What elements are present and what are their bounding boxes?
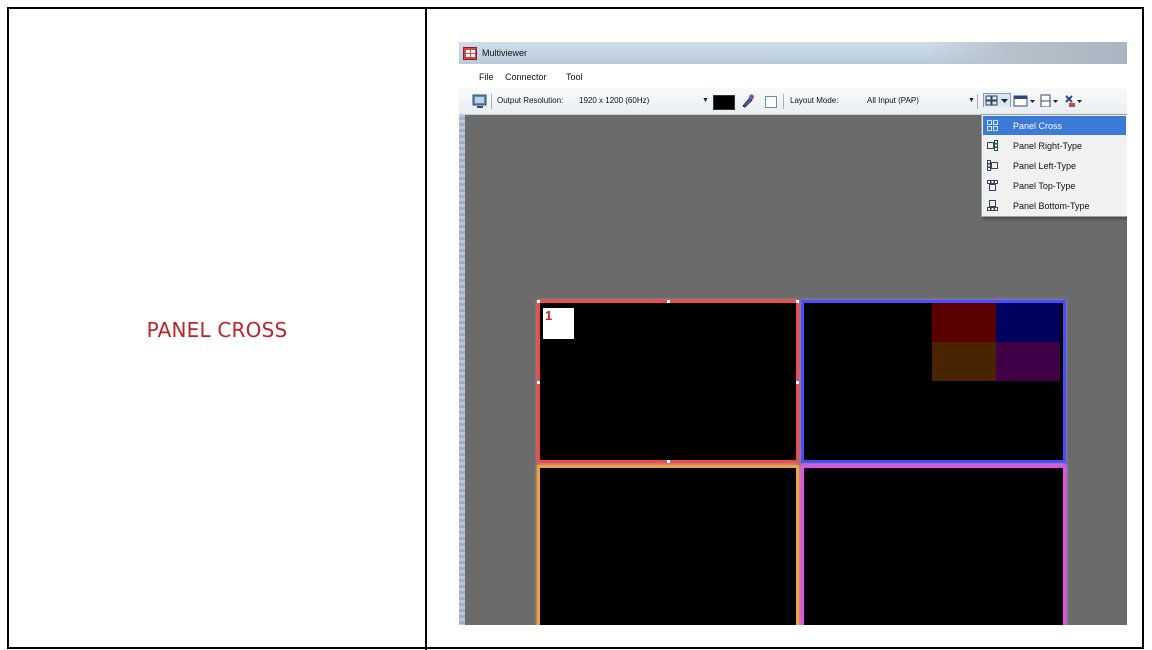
panel-layout-menu: Panel Cross Panel Right-Type Panel Left-… [981,114,1127,217]
resize-handle[interactable] [537,381,540,384]
menu-item-panel-bottom-type[interactable]: Panel Bottom-Type [983,196,1126,215]
preview-tile [996,303,1060,342]
resize-handle[interactable] [796,381,799,384]
monitor-icon[interactable] [472,93,488,109]
table-divider [425,7,427,650]
window-controls[interactable] [927,42,1127,64]
menu-item-panel-top-type[interactable]: Panel Top-Type [983,176,1126,195]
panel-right-type-icon [987,140,998,151]
panel-bottom-type-icon [987,200,998,211]
menu-item-label: Panel Top-Type [1013,181,1076,191]
output-resolution-label: Output Resolution: [497,96,564,105]
toolbar-separator [783,94,784,109]
left-frame-strip [459,114,465,625]
app-icon [463,47,477,60]
panel-layout-dropdown-button[interactable] [983,93,1011,107]
preview-tile [932,303,996,342]
toolbar-separator [491,94,492,109]
resize-handle[interactable] [796,300,799,303]
menu-bar: File Connector Tool [459,64,1127,88]
resize-handle[interactable] [537,300,540,303]
menu-item-label: Panel Right-Type [1013,141,1083,151]
panel-left-type-icon [987,160,998,171]
panel-top-type-icon [987,180,998,191]
menu-item-label: Panel Bottom-Type [1013,201,1090,211]
resize-handle[interactable] [667,300,670,303]
split-layout-icon[interactable] [1039,93,1061,107]
toolbar-separator [977,94,978,109]
output-resolution-select[interactable]: 1920 x 1200 (60Hz) [579,96,649,105]
menu-item-label: Panel Left-Type [1013,161,1077,171]
input-panel-2[interactable] [801,300,1066,463]
menu-item-panel-cross[interactable]: Panel Cross [983,116,1126,135]
menu-connector[interactable]: Connector [505,72,547,82]
input-panel-3[interactable] [537,465,799,625]
menu-item-panel-left-type[interactable]: Panel Left-Type [983,156,1126,175]
panel-number-label: 1 [543,308,574,339]
layout-caption: PANEL CROSS [146,318,288,342]
multiviewer-window: Multiviewer File Connector Tool Output R… [459,42,1127,625]
menu-item-label: Panel Cross [1013,121,1063,131]
window-title: Multiviewer [482,48,528,58]
menu-item-panel-right-type[interactable]: Panel Right-Type [983,136,1126,155]
chevron-down-icon[interactable]: ▼ [702,97,709,104]
option-checkbox[interactable] [765,96,777,108]
chevron-down-icon[interactable]: ▼ [968,97,975,104]
layout-mode-label: Layout Mode: [790,96,839,105]
toolbar: Output Resolution: 1920 x 1200 (60Hz) ▼ … [459,88,1127,115]
tools-icon[interactable] [1063,93,1085,107]
menu-tool[interactable]: Tool [566,72,583,82]
resize-handle[interactable] [667,460,670,463]
preview-tile [996,342,1060,381]
title-bar: Multiviewer [459,42,1127,64]
layout-mode-select[interactable]: All Input (PAP) [867,96,919,105]
preview-tile [932,342,996,381]
color-picker-icon[interactable] [741,93,755,109]
input-panel-1[interactable]: 1 [537,300,799,463]
background-color-swatch[interactable] [713,95,735,110]
panel-cross-icon [987,120,998,131]
menu-file[interactable]: File [479,72,494,82]
window-layout-icon[interactable] [1013,93,1037,107]
input-panel-4[interactable] [801,465,1066,625]
